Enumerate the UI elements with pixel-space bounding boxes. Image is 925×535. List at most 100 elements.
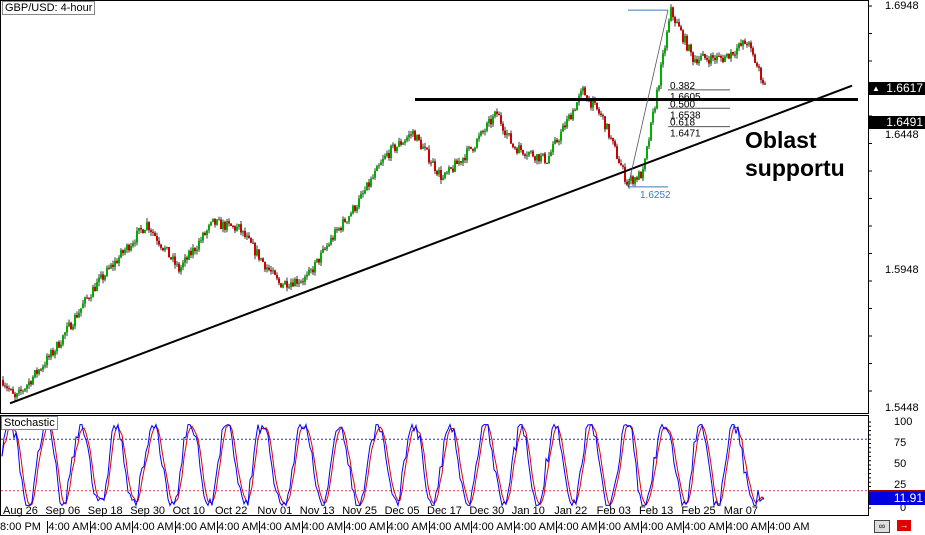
candle-body — [198, 240, 200, 250]
current-price: 1.6617 — [886, 81, 923, 95]
candle-body — [516, 148, 518, 154]
candle-body — [90, 297, 92, 299]
candle-body — [610, 137, 612, 139]
candle-body — [356, 207, 358, 211]
candle-body — [174, 256, 176, 265]
candle-body — [100, 274, 102, 278]
price-tick: 1.6948 — [885, 0, 919, 12]
candle-body — [252, 242, 254, 244]
time-label: 4:00 AM — [471, 521, 513, 533]
candle-body — [648, 140, 650, 147]
candle-body — [518, 145, 520, 154]
candle-body — [52, 350, 54, 356]
candle-body — [216, 219, 218, 225]
candle-body — [484, 130, 486, 132]
candle-body — [66, 326, 68, 333]
candle-body — [712, 55, 714, 58]
candle-body — [664, 48, 666, 54]
candle-body — [106, 267, 108, 276]
candle-body — [418, 134, 420, 140]
candle-body — [36, 370, 38, 374]
time-label: 4:00 AM — [47, 521, 89, 533]
candle-body — [246, 235, 248, 237]
candle-body — [188, 250, 190, 260]
date-label: Jan 22 — [554, 505, 588, 517]
candle-body — [396, 146, 398, 152]
candle-body — [674, 17, 676, 24]
candle-body — [14, 393, 16, 398]
candle-body — [434, 161, 436, 171]
candle-body — [474, 147, 476, 151]
candle-body — [142, 229, 144, 234]
candle-body — [500, 115, 502, 124]
time-label: 4:00 AM — [174, 521, 216, 533]
time-label: 4:00 AM — [725, 521, 768, 533]
candle-body — [168, 246, 170, 258]
candle-body — [526, 155, 528, 157]
candle-body — [170, 257, 172, 260]
candle-body — [234, 226, 236, 231]
candle-body — [354, 205, 356, 211]
candle-body — [296, 278, 298, 284]
candle-body — [722, 57, 724, 62]
candle-body — [762, 80, 764, 84]
candle-body — [162, 247, 164, 251]
date-label: Mar 07 — [723, 505, 759, 517]
candle-body — [614, 141, 616, 147]
candle-body — [742, 40, 744, 46]
candle-body — [348, 216, 350, 222]
candle-body — [306, 274, 308, 277]
candle-body — [700, 55, 702, 60]
candle-body — [284, 280, 286, 285]
candle-body — [382, 158, 384, 163]
candle-body — [746, 44, 748, 46]
fib-ratio-label: 0.618 — [670, 118, 695, 129]
candle-body — [298, 282, 300, 284]
candle-body — [544, 153, 546, 163]
candle-body — [362, 193, 364, 195]
candle-body — [172, 256, 174, 260]
candle-body — [68, 322, 70, 327]
candle-body — [270, 269, 272, 272]
candle-body — [244, 230, 246, 237]
support-trendline — [9, 84, 853, 405]
scroll-button-icon[interactable]: ∞ — [874, 520, 890, 533]
candle-body — [624, 166, 626, 182]
candle-body — [74, 315, 76, 327]
candle-body — [220, 219, 222, 230]
candle-body — [622, 165, 624, 167]
candle-body — [140, 227, 142, 230]
candle-body — [120, 250, 122, 258]
candle-body — [520, 145, 522, 151]
candle-body — [710, 55, 712, 64]
candle-body — [458, 161, 460, 165]
candle-body — [468, 146, 470, 149]
candle-body — [98, 277, 100, 283]
fib-ratio-label: 0.382 — [670, 81, 695, 92]
candle-body — [40, 369, 42, 371]
candle-body — [490, 118, 492, 125]
triangle-up-icon: ▲ — [872, 84, 880, 93]
chart-canvas[interactable]: 1.62520.3821.66050.5001.65380.6181.6471 — [0, 0, 925, 535]
candle-body — [110, 264, 112, 269]
candle-body — [130, 246, 132, 251]
time-label: 4:00 AM — [259, 521, 301, 533]
candle-body — [714, 57, 716, 61]
candle-body — [332, 237, 334, 240]
candle-body — [684, 35, 686, 43]
candle-body — [568, 114, 570, 120]
candle-body — [548, 156, 550, 164]
candle-body — [250, 237, 252, 243]
candle-body — [718, 55, 720, 57]
stoch-value-tag: 11.91 — [869, 490, 925, 505]
autoscroll-icon[interactable]: → — [897, 520, 911, 531]
candle-body — [60, 344, 62, 348]
candle-body — [542, 153, 544, 156]
candle-body — [324, 248, 326, 250]
candle-body — [390, 145, 392, 159]
candle-body — [502, 123, 504, 131]
candle-body — [276, 274, 278, 279]
candle-body — [302, 281, 304, 283]
candle-body — [180, 267, 182, 272]
candle-body — [576, 102, 578, 111]
